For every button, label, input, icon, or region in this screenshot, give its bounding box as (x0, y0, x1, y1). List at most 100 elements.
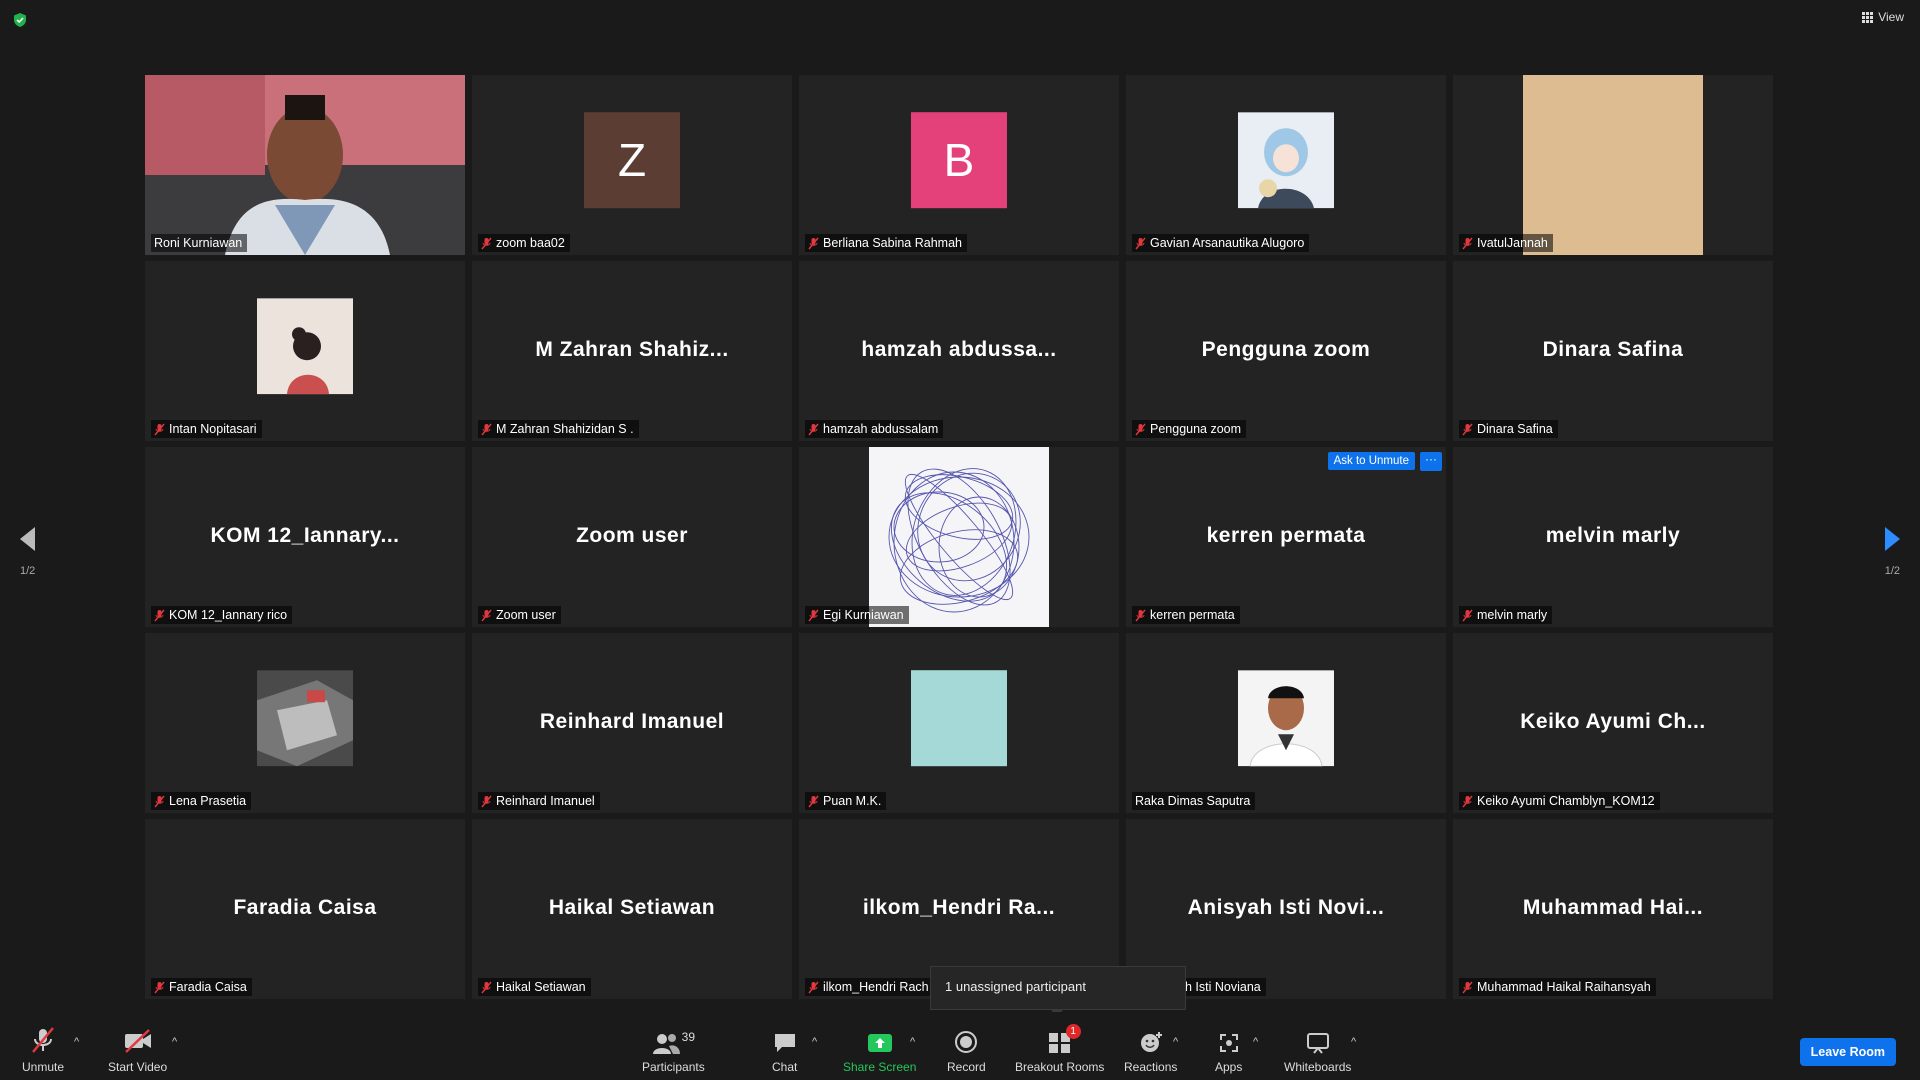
start-video-button[interactable]: Start Video (108, 1026, 167, 1074)
video-options-caret[interactable]: ^ (172, 1036, 177, 1048)
apps-button[interactable]: Apps (1215, 1026, 1242, 1074)
participant-name-label: KOM 12_Iannary rico (151, 606, 293, 624)
participant-tile[interactable]: hamzah abdussa... hamzah abdussalam (799, 261, 1119, 441)
muted-mic-icon (154, 423, 165, 435)
participant-display-name: Faradia Caisa (233, 895, 377, 919)
chat-options-caret[interactable]: ^ (812, 1036, 817, 1048)
top-bar: View (0, 0, 1920, 40)
muted-mic-icon (1135, 609, 1146, 621)
participant-name-label: Pengguna zoom (1132, 420, 1247, 438)
participants-count: 39 (681, 1030, 696, 1044)
participant-display-name: Keiko Ayumi Ch... (1520, 709, 1706, 733)
participant-tile[interactable]: Gavian Arsanautika Alugoro (1126, 75, 1446, 255)
participant-tile[interactable]: Z zoom baa02 (472, 75, 792, 255)
participant-tile[interactable]: Puan M.K. (799, 633, 1119, 813)
participant-tile[interactable]: B Berliana Sabina Rahmah (799, 75, 1119, 255)
participant-display-name: ilkom_Hendri Ra... (862, 895, 1056, 919)
next-page-arrow-icon[interactable] (1882, 526, 1902, 552)
muted-mic-icon (154, 981, 165, 993)
previous-page-arrow-icon[interactable] (18, 526, 38, 552)
muted-mic-icon (481, 423, 492, 435)
record-icon (955, 1031, 978, 1053)
grid-view-icon (1862, 11, 1874, 23)
leave-room-button[interactable]: Leave Room (1799, 1038, 1896, 1066)
apps-options-caret[interactable]: ^ (1253, 1036, 1258, 1048)
whiteboards-options-caret[interactable]: ^ (1351, 1036, 1356, 1048)
participant-name-label: Berliana Sabina Rahmah (805, 234, 967, 252)
participant-gallery: Roni Kurniawan Z zoom baa02 B Berliana S… (145, 75, 1775, 1005)
participant-name-label: h Isti Noviana (1182, 978, 1266, 996)
muted-mic-icon (481, 981, 492, 993)
participant-avatar (257, 298, 353, 395)
participant-name-label: Zoom user (478, 606, 561, 624)
muted-mic-icon (808, 609, 819, 621)
participant-tile[interactable]: Faradia Caisa Faradia Caisa (145, 819, 465, 999)
muted-mic-icon (481, 609, 492, 621)
participant-tile[interactable]: Ask to Unmute ··· kerren permata kerren … (1126, 447, 1446, 627)
participant-avatar: Z (584, 112, 680, 209)
view-button[interactable]: View (1862, 10, 1904, 24)
participant-tile[interactable]: KOM 12_Iannary... KOM 12_Iannary rico (145, 447, 465, 627)
participant-tile[interactable]: Zoom user Zoom user (472, 447, 792, 627)
participant-tile[interactable]: Lena Prasetia (145, 633, 465, 813)
reactions-options-caret[interactable]: ^ (1173, 1036, 1178, 1048)
participant-display-name: kerren permata (1206, 523, 1366, 547)
record-button[interactable]: Record (947, 1026, 986, 1074)
participant-avatar: B (911, 112, 1007, 209)
participant-video (869, 447, 1049, 627)
chat-button[interactable]: Chat (772, 1026, 797, 1074)
share-options-caret[interactable]: ^ (910, 1036, 915, 1048)
security-shield-icon[interactable] (12, 12, 28, 28)
whiteboards-button[interactable]: Whiteboards (1284, 1026, 1351, 1074)
participant-tile[interactable]: Roni Kurniawan (145, 75, 465, 255)
participant-tile[interactable]: Muhammad Hai... Muhammad Haikal Raihansy… (1453, 819, 1773, 999)
video-off-icon (124, 1029, 151, 1053)
muted-mic-icon (1462, 795, 1473, 807)
reactions-button[interactable]: Reactions (1124, 1026, 1177, 1074)
participant-name-label: Egi Kurniawan (805, 606, 909, 624)
participant-display-name: KOM 12_Iannary... (210, 523, 400, 547)
apps-icon (1219, 1034, 1238, 1052)
unassigned-participant-tooltip: 1 unassigned participant (930, 966, 1186, 1010)
participant-tile[interactable]: Haikal Setiawan Haikal Setiawan (472, 819, 792, 999)
participant-video (1523, 75, 1703, 255)
participants-button[interactable]: 39 Participants (642, 1026, 705, 1074)
participant-name-label: Muhammad Haikal Raihansyah (1459, 978, 1656, 996)
participant-display-name: Pengguna zoom (1201, 337, 1371, 361)
participant-display-name: Zoom user (576, 523, 688, 547)
participant-video (145, 75, 465, 255)
participant-tile[interactable]: melvin marly melvin marly (1453, 447, 1773, 627)
more-options-button[interactable]: ··· (1420, 452, 1442, 471)
participant-name-label: IvatulJannah (1459, 234, 1553, 252)
participant-name-label: Dinara Safina (1459, 420, 1558, 438)
unmute-button[interactable]: Unmute (22, 1026, 64, 1074)
muted-mic-icon (1462, 609, 1473, 621)
meeting-toolbar: Unmute ^ Start Video ^ 39 Participants C… (0, 1012, 1920, 1080)
participant-tile[interactable]: Keiko Ayumi Ch... Keiko Ayumi Chamblyn_K… (1453, 633, 1773, 813)
participant-name-label: Roni Kurniawan (151, 234, 248, 252)
breakout-rooms-button[interactable]: 1 Breakout Rooms (1015, 1024, 1104, 1074)
participant-tile[interactable]: Intan Nopitasari (145, 261, 465, 441)
participant-tile[interactable]: Raka Dimas Saputra (1126, 633, 1446, 813)
audio-options-caret[interactable]: ^ (74, 1036, 79, 1048)
participant-tile[interactable]: M Zahran Shahiz... M Zahran Shahizidan S… (472, 261, 792, 441)
page-indicator-right: 1/2 (1884, 565, 1900, 577)
participant-tile[interactable]: Reinhard Imanuel Reinhard Imanuel (472, 633, 792, 813)
participant-tile[interactable]: Pengguna zoom Pengguna zoom (1126, 261, 1446, 441)
participant-tile[interactable]: Dinara Safina Dinara Safina (1453, 261, 1773, 441)
participant-tile[interactable]: Egi Kurniawan (799, 447, 1119, 627)
page-indicator-left: 1/2 (20, 565, 36, 577)
participant-name-label: zoom baa02 (478, 234, 570, 252)
participant-avatar (911, 670, 1007, 767)
participant-avatar (1238, 112, 1334, 209)
share-screen-button[interactable]: Share Screen (843, 1026, 916, 1074)
muted-mic-icon (1462, 981, 1473, 993)
muted-mic-icon (154, 609, 165, 621)
participant-name-label: Gavian Arsanautika Alugoro (1132, 234, 1310, 252)
participant-tile[interactable]: IvatulJannah (1453, 75, 1773, 255)
ask-to-unmute-button[interactable]: Ask to Unmute (1327, 452, 1415, 470)
participants-icon (652, 1034, 680, 1054)
participant-display-name: melvin marly (1545, 523, 1681, 547)
share-screen-icon (867, 1034, 892, 1052)
participant-name-label: Haikal Setiawan (478, 978, 591, 996)
